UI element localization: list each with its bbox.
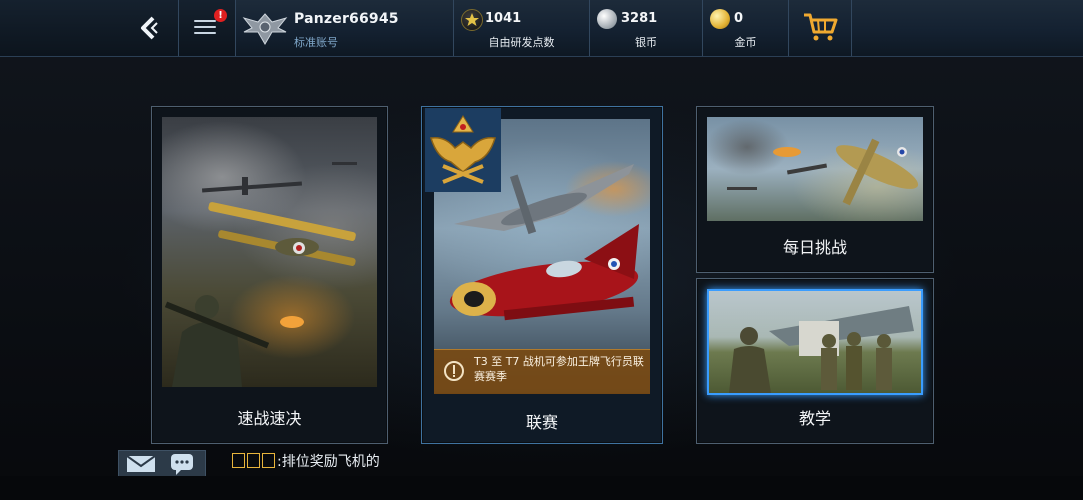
- daily-challenge-label: 每日挑战: [782, 238, 847, 257]
- username: Panzer66945: [294, 11, 399, 27]
- shopping-cart-icon: [804, 13, 838, 41]
- hamburger-icon: [194, 20, 216, 38]
- chat-bubble-icon[interactable]: [171, 454, 193, 475]
- league-emblem: [425, 108, 501, 192]
- league-label: 联赛: [525, 413, 558, 432]
- league-notice: T3 至 T7 战机可参加王牌飞行员联赛赛季: [434, 349, 650, 394]
- player-profile[interactable]: Panzer66945 标准账号: [236, 0, 454, 56]
- league-card[interactable]: T3 至 T7 战机可参加王牌飞行员联赛赛季 联赛: [421, 106, 663, 444]
- gold-value: 0: [734, 11, 744, 26]
- silver-value: 3281: [621, 11, 658, 26]
- chat-bar: [118, 450, 206, 477]
- league-notice-text: T3 至 T7 战机可参加王牌飞行员联赛赛季: [474, 355, 644, 383]
- account-type: 标准账号: [294, 36, 338, 49]
- chat-message[interactable]: :排位奖励飞机的: [232, 451, 380, 471]
- back-button[interactable]: [0, 0, 179, 56]
- tutorial-card[interactable]: 教学: [696, 278, 934, 444]
- silver-label: 银币: [635, 36, 657, 49]
- free-xp-value: 1041: [485, 11, 522, 26]
- menu-button[interactable]: !: [179, 0, 236, 56]
- quick-battle-artwork: [162, 117, 377, 387]
- free-xp-label: 自由研发点数: [488, 36, 555, 49]
- tutorial-label: 教学: [798, 409, 831, 428]
- missing-glyph-icon: [247, 453, 260, 468]
- quick-battle-label: 速战速决: [237, 409, 302, 428]
- chevron-left-icon: [141, 16, 158, 40]
- missing-glyph-icon: [232, 453, 245, 468]
- gold-label: 金币: [734, 36, 757, 49]
- star-xp-icon: [461, 9, 483, 31]
- free-xp-counter[interactable]: 1041 自由研发点数: [454, 0, 590, 56]
- notification-badge: !: [214, 9, 227, 22]
- tutorial-artwork: [707, 289, 923, 395]
- silver-counter[interactable]: 3281 银币: [590, 0, 703, 56]
- daily-challenge-card[interactable]: 每日挑战: [696, 106, 934, 273]
- mail-icon[interactable]: [126, 455, 156, 472]
- rank-emblem-icon: [242, 13, 288, 45]
- daily-challenge-artwork: [707, 117, 923, 221]
- missing-glyph-icon: [262, 453, 275, 468]
- silver-coin-icon: [597, 9, 617, 29]
- gold-coin-icon: [710, 9, 730, 29]
- quick-battle-card[interactable]: 速战速决: [151, 106, 388, 444]
- gold-counter[interactable]: 0 金币: [703, 0, 789, 56]
- exclamation-icon: [444, 361, 464, 381]
- top-bar: ! Panzer66945 标准账号 1041 自由研发点数 3281 银币 0…: [0, 0, 1083, 57]
- chat-message-text: :排位奖励飞机的: [277, 454, 380, 470]
- shop-button[interactable]: [789, 0, 852, 56]
- footer-strip: [0, 476, 1083, 500]
